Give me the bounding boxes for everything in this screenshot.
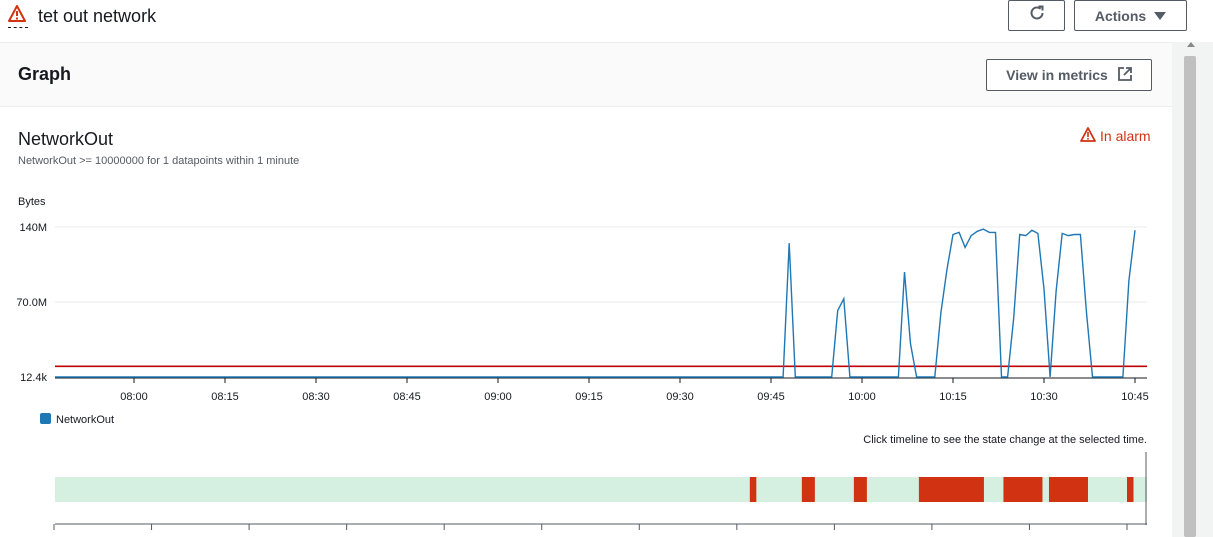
x-tick-label: 09:15 bbox=[575, 391, 603, 403]
timeline-alarm-segment[interactable] bbox=[1003, 477, 1043, 502]
timeline-alarm-segment[interactable] bbox=[918, 477, 984, 502]
timeline-hint: Click timeline to see the state change a… bbox=[863, 434, 1147, 446]
timeline-alarm-segment[interactable] bbox=[1127, 477, 1134, 502]
y-tick-label: 140M bbox=[19, 222, 47, 234]
x-tick-label: 10:45 bbox=[1121, 391, 1149, 403]
scrollbar-thumb[interactable] bbox=[1184, 56, 1196, 537]
networkout-chart[interactable]: 140M 70.0M 12.4k 08:00 08:15 08:30 08:45 09:00 0… bbox=[0, 0, 1213, 537]
legend-label: NetworkOut bbox=[56, 414, 114, 426]
scroll-up-arrow-icon[interactable] bbox=[1187, 42, 1195, 47]
x-tick-label: 08:15 bbox=[211, 391, 239, 403]
x-tick-label: 08:45 bbox=[393, 391, 421, 403]
x-tick-label: 10:30 bbox=[1030, 391, 1058, 403]
x-tick-label: 09:30 bbox=[666, 391, 694, 403]
y-tick-label: 12.4k bbox=[20, 372, 47, 384]
timeline-alarm-segment[interactable] bbox=[853, 477, 867, 502]
x-tick-label: 09:00 bbox=[484, 391, 512, 403]
x-tick-label: 10:15 bbox=[939, 391, 967, 403]
timeline-alarm-segment[interactable] bbox=[801, 477, 815, 502]
y-tick-label: 70.0M bbox=[16, 297, 47, 309]
timeline-alarm-segment[interactable] bbox=[749, 477, 757, 502]
x-tick-label: 09:45 bbox=[757, 391, 785, 403]
timeline-alarm-segment[interactable] bbox=[1048, 477, 1088, 502]
x-tick-label: 08:00 bbox=[120, 391, 148, 403]
networkout-series-line bbox=[55, 228, 1136, 378]
x-tick-label: 08:30 bbox=[302, 391, 330, 403]
x-tick-label: 10:00 bbox=[848, 391, 876, 403]
legend-swatch bbox=[40, 413, 51, 424]
